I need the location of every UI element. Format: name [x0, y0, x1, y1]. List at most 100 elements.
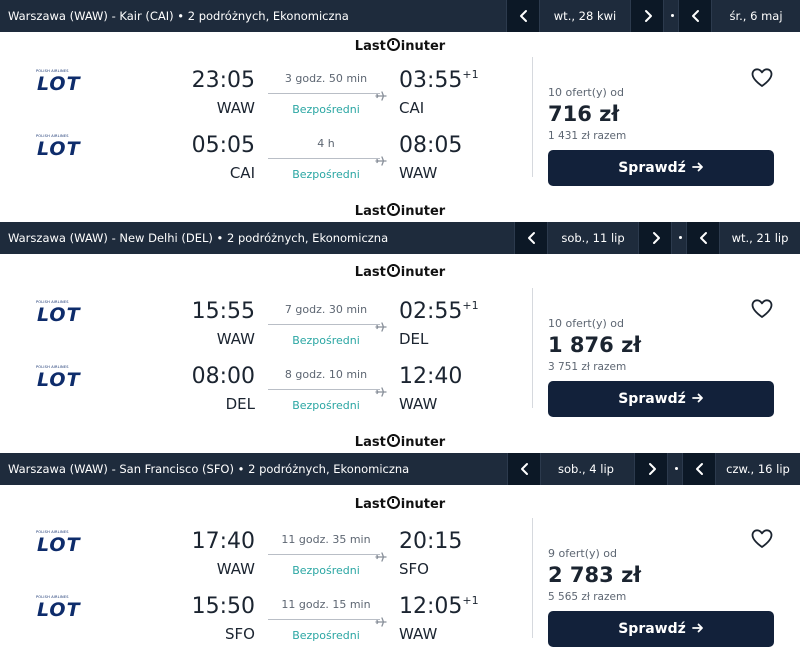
airline-logo: POLISH AIRLINES LOT — [36, 595, 86, 621]
flight-duration: 11 godz. 15 min — [281, 598, 371, 611]
route-label: Warszawa (WAW) - Kair (CAI) — [8, 9, 174, 23]
airline-name: LOT — [37, 534, 81, 556]
arrival-time: 08:05 — [399, 133, 479, 158]
total-price: 5 565 zł razem — [548, 591, 627, 603]
route-line — [268, 324, 380, 325]
check-offer-button[interactable]: Sprawdź — [548, 150, 774, 186]
airline-logo: POLISH AIRLINES LOT — [36, 530, 86, 556]
heart-icon[interactable] — [751, 299, 773, 319]
arrival-airport: CAI — [399, 99, 425, 117]
route-line — [268, 158, 380, 159]
next-depart-date-button[interactable] — [638, 222, 672, 254]
prev-return-date-button[interactable] — [682, 453, 716, 485]
next-depart-date-button[interactable] — [634, 453, 668, 485]
flight-duration: 4 h — [317, 137, 335, 150]
arrival-time-value: 12:05 — [399, 594, 463, 619]
card-divider — [532, 288, 533, 408]
departure-time: 17:40 — [191, 529, 255, 554]
heart-icon[interactable] — [751, 529, 773, 549]
airline-name: LOT — [37, 369, 81, 391]
card-divider — [532, 518, 533, 638]
date-separator — [675, 467, 678, 470]
check-offer-button[interactable]: Sprawdź — [548, 611, 774, 647]
check-offer-button[interactable]: Sprawdź — [548, 381, 774, 417]
return-date[interactable]: wt., 21 lip — [720, 222, 800, 254]
check-offer-label: Sprawdź — [618, 621, 686, 637]
arrival-time-value: 02:55 — [399, 299, 463, 324]
search-summary-bar: Warszawa (WAW) - New Delhi (DEL) • 2 pod… — [0, 222, 800, 254]
day-offset: +1 — [462, 68, 479, 81]
departure-time: 15:55 — [191, 299, 255, 324]
prev-depart-date-button[interactable] — [514, 222, 548, 254]
offers-count: 10 ofert(y) od — [548, 317, 625, 330]
departure-airport: SFO — [225, 625, 255, 643]
arrival-time: 03:55+1 — [399, 68, 479, 93]
heart-icon[interactable] — [751, 68, 773, 88]
stops-label: Bezpośredni — [292, 564, 360, 577]
route-label: Warszawa (WAW) - New Delhi (DEL) — [8, 231, 213, 245]
price: 716 zł — [548, 102, 620, 126]
lastminuter-logo: Last inuter — [340, 264, 460, 282]
departure-airport: CAI — [229, 164, 255, 182]
arrival-time: 12:05+1 — [399, 594, 479, 619]
plane-icon — [375, 87, 387, 101]
logo-text-last: Last — [354, 497, 386, 512]
stops-label: Bezpośredni — [292, 334, 360, 347]
arrow-right-icon — [691, 611, 704, 647]
prev-return-date-button[interactable] — [686, 222, 720, 254]
plane-icon — [375, 613, 387, 627]
travelers-label: 2 podróżnych, Ekonomiczna — [187, 9, 349, 23]
route-label: Warszawa (WAW) - San Francisco (SFO) — [8, 462, 234, 476]
return-date[interactable]: śr., 6 maj — [712, 0, 800, 32]
airline-logo: POLISH AIRLINES LOT — [36, 300, 86, 326]
flight-offer-card: POLISH AIRLINES LOT 23:05 WAW 3 godz. 50 min… — [0, 52, 800, 187]
depart-date[interactable]: sob., 4 lip — [541, 453, 631, 485]
plane-icon — [375, 548, 387, 562]
airline-name: LOT — [37, 304, 81, 326]
departure-time: 15:50 — [191, 594, 255, 619]
plane-icon — [375, 383, 387, 397]
airline-logo: POLISH AIRLINES LOT — [36, 69, 86, 95]
prev-depart-date-button[interactable] — [507, 453, 541, 485]
logo-text-minuter: inuter — [400, 435, 446, 450]
search-summary-bar: Warszawa (WAW) - San Francisco (SFO) • 2… — [0, 453, 800, 485]
prev-depart-date-button[interactable] — [506, 0, 540, 32]
prev-return-date-button[interactable] — [678, 0, 712, 32]
separator-dot: • — [233, 462, 249, 476]
arrival-time-value: 08:05 — [399, 133, 463, 158]
depart-date[interactable]: sob., 11 lip — [548, 222, 638, 254]
airline-name: LOT — [37, 138, 81, 160]
arrival-time-value: 12:40 — [399, 364, 463, 389]
departure-time: 08:00 — [191, 364, 255, 389]
stops-label: Bezpośredni — [292, 103, 360, 116]
next-depart-date-button[interactable] — [630, 0, 664, 32]
airline-name: LOT — [37, 599, 81, 621]
return-date[interactable]: czw., 16 lip — [716, 453, 800, 485]
depart-date[interactable]: wt., 28 kwi — [540, 0, 630, 32]
arrival-time: 02:55+1 — [399, 299, 479, 324]
flight-offer-card: POLISH AIRLINES LOT 15:55 WAW 7 godz. 30 min… — [0, 283, 800, 418]
flight-duration: 3 godz. 50 min — [284, 72, 368, 85]
offers-count: 9 ofert(y) od — [548, 547, 618, 560]
clock-icon — [386, 434, 400, 447]
arrow-right-icon — [691, 150, 704, 186]
check-offer-label: Sprawdź — [618, 160, 686, 176]
airline-logo: POLISH AIRLINES LOT — [36, 365, 86, 391]
travelers-label: 2 podróżnych, Ekonomiczna — [227, 231, 389, 245]
separator-dot: • — [173, 9, 188, 23]
return-leg: POLISH AIRLINES LOT 05:05 CAI 4 h Bezpośredni… — [0, 117, 530, 182]
departure-time: 23:05 — [191, 68, 255, 93]
airline-logo: POLISH AIRLINES LOT — [36, 134, 86, 160]
flight-duration: 11 godz. 35 min — [281, 533, 371, 546]
day-offset: +1 — [462, 594, 479, 607]
lastminuter-logo: Last inuter — [340, 434, 460, 452]
offers-count: 10 ofert(y) od — [548, 86, 625, 99]
travelers-label: 2 podróżnych, Ekonomiczna — [248, 462, 410, 476]
departure-airport: WAW — [216, 560, 255, 578]
return-leg: POLISH AIRLINES LOT 15:50 SFO 11 godz. 15 mi… — [0, 578, 530, 643]
route-summary: Warszawa (WAW) - Kair (CAI) • 2 podróżny… — [8, 0, 349, 32]
lastminuter-logo: Last inuter — [340, 496, 460, 514]
plane-icon — [375, 318, 387, 332]
flight-offer-card: POLISH AIRLINES LOT 17:40 WAW 11 godz. 35 mi… — [0, 513, 800, 648]
logo-text-minuter: inuter — [400, 204, 446, 219]
